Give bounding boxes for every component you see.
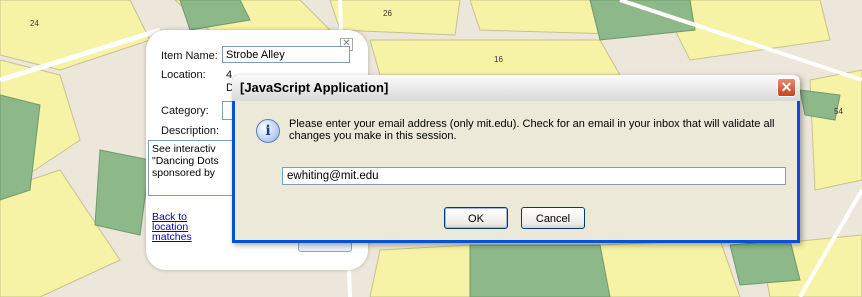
dialog-title-bar[interactable]: [JavaScript Application] ✕ bbox=[232, 75, 800, 101]
ok-button[interactable]: OK bbox=[444, 207, 508, 229]
description-label: Description: bbox=[161, 125, 220, 137]
description-line: sponsored by bbox=[152, 167, 216, 179]
category-label: Category: bbox=[161, 105, 209, 117]
map-label-54: 54 bbox=[834, 107, 843, 116]
map-label-24: 24 bbox=[30, 19, 39, 28]
info-icon: i bbox=[256, 119, 280, 143]
location-label: Location: bbox=[161, 69, 206, 81]
description-line: See interactiv bbox=[152, 143, 216, 155]
map-label-26: 26 bbox=[383, 9, 392, 18]
description-line: "Dancing Dots bbox=[152, 155, 219, 167]
map-label-16: 16 bbox=[494, 55, 503, 64]
javascript-prompt-dialog: [JavaScript Application] ✕ i Please ente… bbox=[232, 75, 800, 243]
back-to-location-matches-link[interactable]: Back to location matches bbox=[152, 212, 202, 243]
email-input[interactable] bbox=[282, 167, 786, 185]
cancel-button[interactable]: Cancel bbox=[521, 207, 585, 229]
item-name-label: Item Name: bbox=[161, 50, 218, 62]
dialog-body: i Please enter your email address (only … bbox=[235, 101, 797, 240]
dialog-message: Please enter your email address (only mi… bbox=[289, 118, 775, 142]
dialog-title: [JavaScript Application] bbox=[240, 80, 389, 95]
item-name-field[interactable] bbox=[222, 46, 350, 63]
close-icon[interactable]: ✕ bbox=[777, 78, 796, 97]
